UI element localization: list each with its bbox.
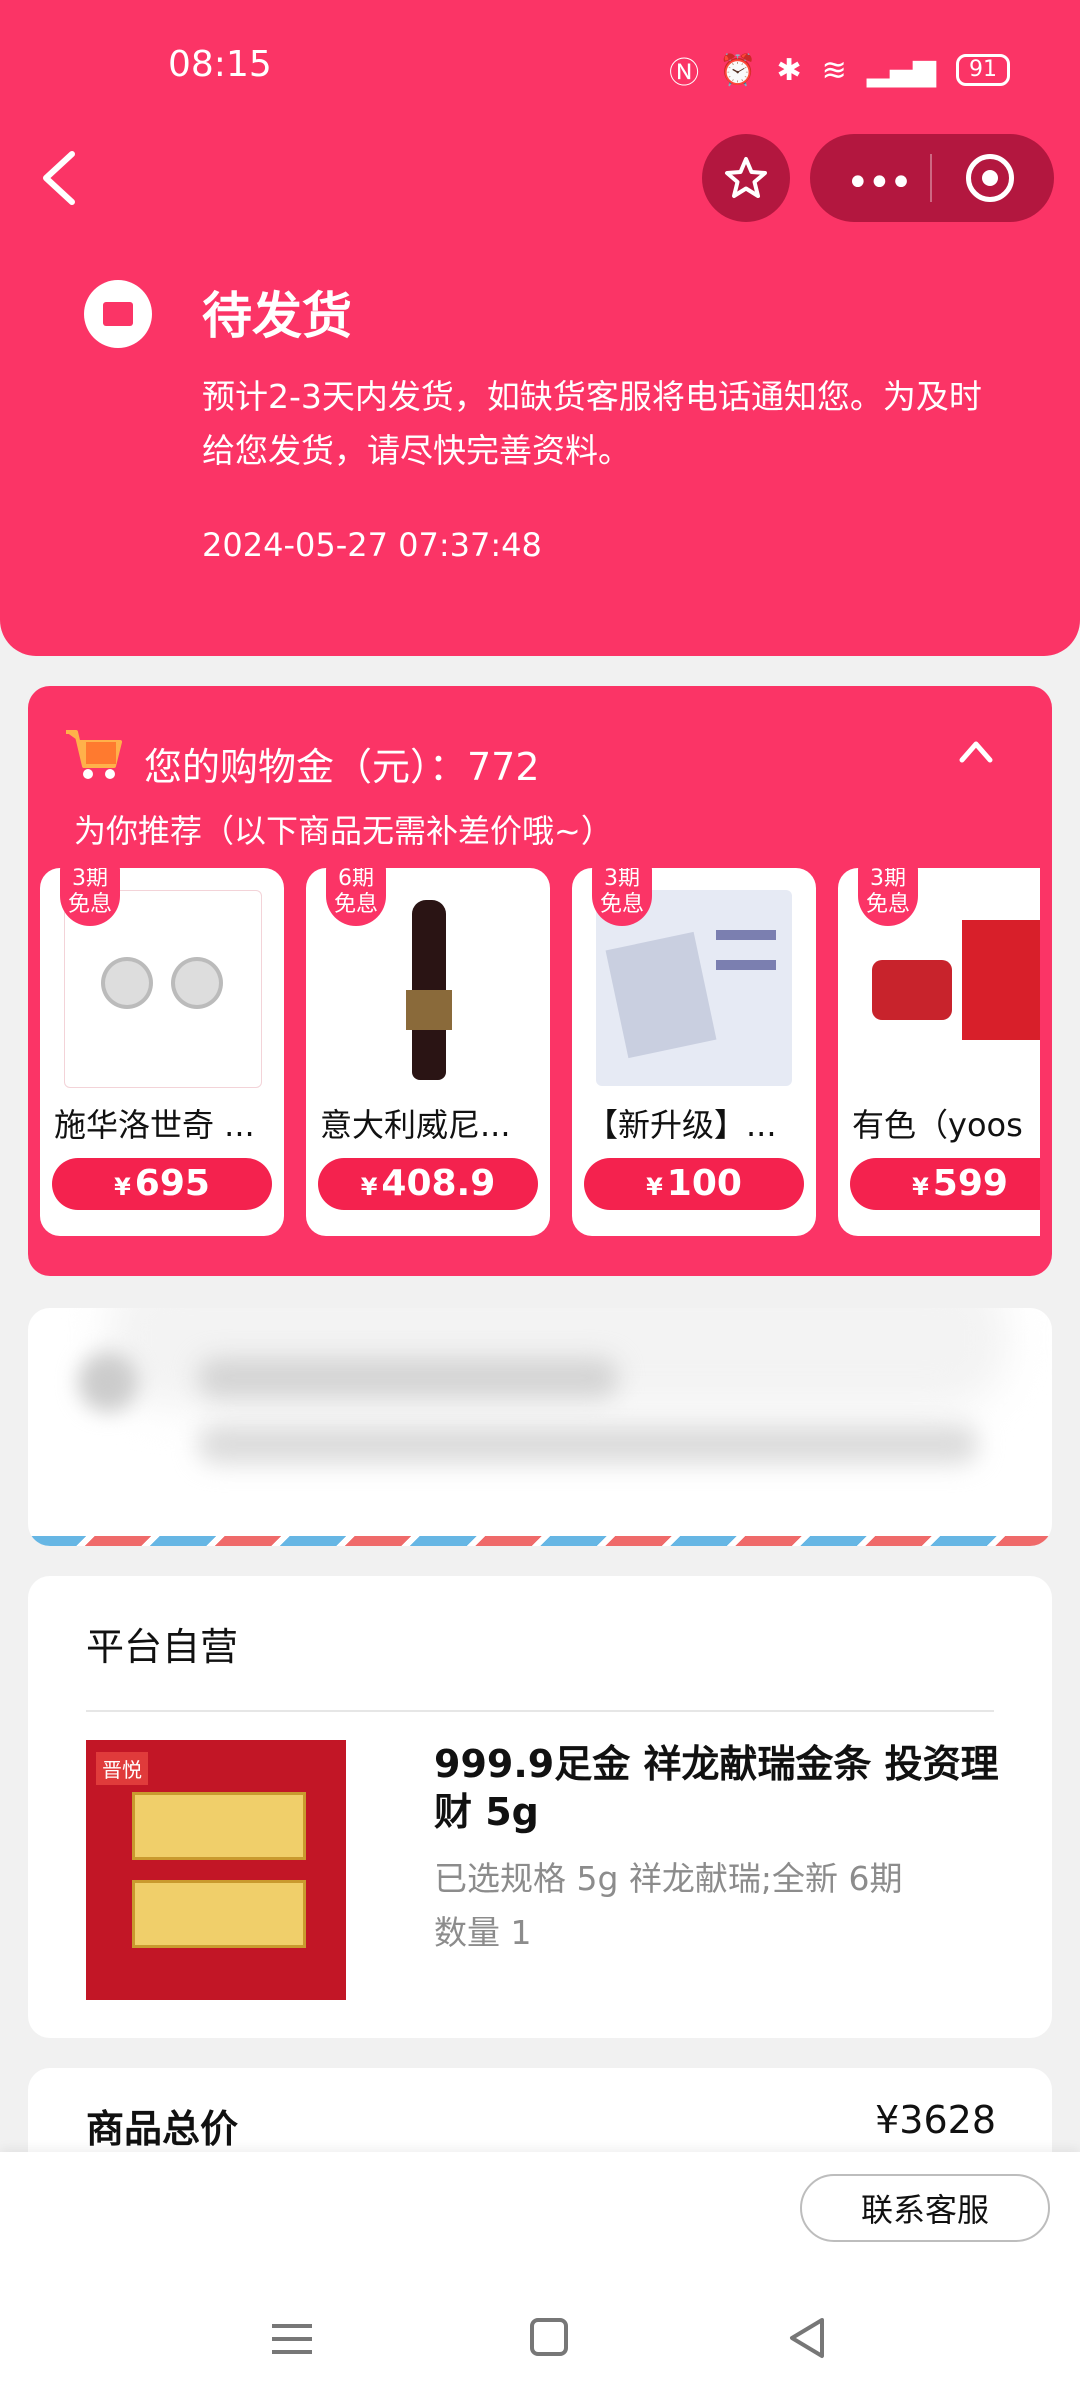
installment-badge: 6期 免息 bbox=[326, 868, 386, 926]
chevron-up-icon[interactable] bbox=[956, 732, 996, 772]
wifi-icon: ≋ bbox=[821, 52, 847, 88]
target-icon[interactable] bbox=[966, 154, 1014, 202]
status-icons: Ⓝ ⏰ ✱ ≋ ▂▄▆ 91 bbox=[669, 48, 1010, 92]
address-name-blurred bbox=[198, 1358, 618, 1398]
product-card[interactable]: 3期 免息 【新升级】... ¥100 bbox=[572, 868, 816, 1236]
alarm-icon: ⏰ bbox=[719, 52, 757, 88]
status-time: 08:15 bbox=[168, 44, 272, 85]
order-status-description: 预计2-3天内发货，如缺货客服将电话通知您。为及时给您发货，请尽快完善资料。 bbox=[202, 377, 982, 470]
gold-bar-front bbox=[132, 1792, 306, 1860]
address-card[interactable] bbox=[28, 1308, 1052, 1546]
item-quantity: 数量 1 bbox=[434, 1913, 532, 1952]
installment-badge: 3期 免息 bbox=[592, 868, 652, 926]
order-timestamp: 2024-05-27 07:37:48 bbox=[202, 526, 542, 564]
star-icon bbox=[725, 157, 767, 198]
total-price-value: ¥3628 bbox=[875, 2098, 996, 2142]
home-icon[interactable] bbox=[530, 2318, 568, 2356]
item-title[interactable]: 999.9足金 祥龙献瑞金条 投资理财 5g bbox=[434, 1740, 1014, 1836]
signal-icon: ▂▄▆ bbox=[866, 52, 936, 88]
total-price-label: 商品总价 bbox=[86, 2107, 239, 2151]
product-name: 施华洛世奇 ... bbox=[54, 1106, 255, 1144]
shopping-credit-panel: 您的购物金（元）：772 为你推荐（以下商品无需补差价哦~） 3期 免息 施华洛… bbox=[28, 686, 1052, 1276]
location-icon bbox=[78, 1352, 138, 1412]
product-price-button[interactable]: ¥599 bbox=[850, 1158, 1040, 1210]
store-card: 平台自营 晋悦 999.9足金 祥龙献瑞金条 投资理财 5g 已选规格 5g 祥… bbox=[28, 1576, 1052, 2038]
address-detail-blurred bbox=[198, 1424, 978, 1464]
product-card[interactable]: 3期 免息 施华洛世奇 ... ¥695 bbox=[40, 868, 284, 1236]
installment-badge: 3期 免息 bbox=[858, 868, 918, 926]
brand-tag: 晋悦 bbox=[96, 1752, 148, 1785]
shopping-credit-title: 您的购物金（元）：772 bbox=[144, 745, 540, 789]
cart-icon bbox=[66, 730, 122, 779]
bottom-bar: 联系客服 bbox=[0, 2152, 1080, 2400]
nfc-icon: Ⓝ bbox=[669, 56, 700, 91]
product-card[interactable]: 3期 免息 有色（yoos ¥599 bbox=[838, 868, 1040, 1236]
favorite-button[interactable] bbox=[702, 134, 790, 222]
contact-service-button[interactable]: 联系客服 bbox=[800, 2174, 1050, 2242]
package-icon bbox=[84, 280, 152, 348]
capsule-menu: ••• bbox=[810, 134, 1054, 222]
menu-icon[interactable] bbox=[272, 2322, 312, 2356]
bluetooth-icon: ✱ bbox=[776, 52, 802, 88]
installment-badge: 3期 免息 bbox=[60, 868, 120, 926]
product-card[interactable]: 6期 免息 意大利威尼... ¥408.9 bbox=[306, 868, 550, 1236]
gold-bar-back bbox=[132, 1880, 306, 1948]
more-icon[interactable]: ••• bbox=[846, 160, 913, 206]
item-thumbnail[interactable]: 晋悦 bbox=[86, 1740, 346, 2000]
order-status-title: 待发货 bbox=[202, 287, 352, 345]
product-name: 有色（yoos bbox=[852, 1106, 1023, 1144]
envelope-stripe bbox=[28, 1536, 1052, 1546]
back-icon[interactable] bbox=[34, 148, 86, 208]
recommend-subtitle: 为你推荐（以下商品无需补差价哦~） bbox=[74, 812, 613, 850]
order-header: 08:15 Ⓝ ⏰ ✱ ≋ ▂▄▆ 91 ••• 待发货 预计2-3天内发货，如… bbox=[0, 0, 1080, 656]
battery-indicator: 91 bbox=[956, 54, 1010, 86]
divider bbox=[86, 1710, 994, 1712]
item-spec: 已选规格 5g 祥龙献瑞;全新 6期 bbox=[434, 1859, 903, 1898]
capsule-divider bbox=[930, 154, 932, 202]
product-price-button[interactable]: ¥408.9 bbox=[318, 1158, 538, 1210]
product-name: 意大利威尼... bbox=[320, 1106, 511, 1144]
product-price-button[interactable]: ¥100 bbox=[584, 1158, 804, 1210]
status-bar: 08:15 Ⓝ ⏰ ✱ ≋ ▂▄▆ 91 bbox=[0, 0, 1080, 130]
product-carousel[interactable]: 3期 免息 施华洛世奇 ... ¥695 6期 免息 意大利威尼... ¥408… bbox=[40, 868, 1040, 1236]
product-price-button[interactable]: ¥695 bbox=[52, 1158, 272, 1210]
back-nav-icon[interactable] bbox=[786, 2316, 826, 2360]
product-name: 【新升级】... bbox=[586, 1106, 777, 1144]
store-name[interactable]: 平台自营 bbox=[86, 1616, 238, 1671]
